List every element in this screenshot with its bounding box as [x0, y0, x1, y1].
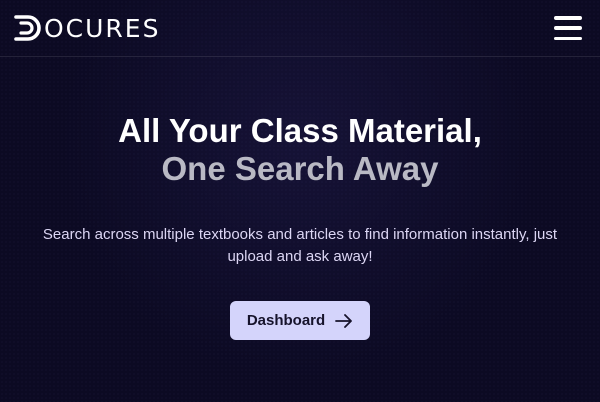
- menu-bar-middle: [554, 26, 582, 30]
- hero-headline-secondary: One Search Away: [161, 150, 439, 187]
- arrow-right-icon: [335, 313, 353, 328]
- navbar: OCURES: [0, 0, 600, 57]
- background-texture: [0, 0, 600, 402]
- brand-name: OCURES: [44, 13, 161, 43]
- menu-bar-top: [554, 16, 582, 20]
- d-letter-logo-icon: [12, 11, 46, 45]
- hero-headline-primary: All Your Class Material,: [118, 112, 482, 149]
- dashboard-button[interactable]: Dashboard: [230, 301, 370, 340]
- hamburger-menu-icon[interactable]: [554, 16, 582, 40]
- menu-bar-bottom: [554, 36, 582, 40]
- hero-section: All Your Class Material, One Search Away: [0, 112, 600, 188]
- brand-logo[interactable]: OCURES: [12, 11, 160, 45]
- hero-subtitle: Search across multiple textbooks and art…: [42, 226, 558, 265]
- dashboard-button-label: Dashboard: [246, 312, 326, 329]
